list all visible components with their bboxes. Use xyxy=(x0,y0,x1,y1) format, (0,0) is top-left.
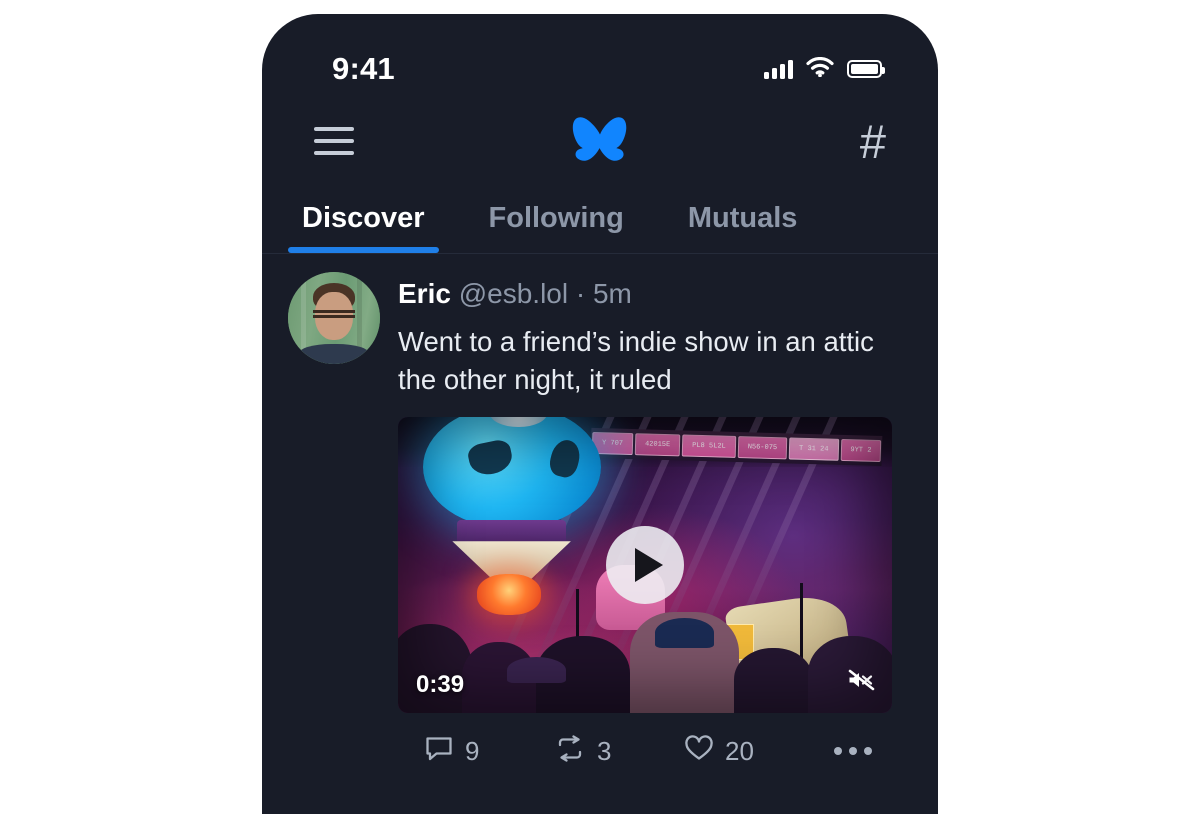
status-icons xyxy=(764,56,885,82)
bluesky-butterfly-logo[interactable] xyxy=(571,113,629,170)
heart-icon xyxy=(684,735,714,768)
hashtag-icon[interactable]: # xyxy=(860,118,886,165)
play-icon[interactable] xyxy=(606,525,684,604)
more-options-icon[interactable] xyxy=(834,747,872,756)
status-time: 9:41 xyxy=(332,51,395,86)
post-text: Went to a friend’s indie show in an atti… xyxy=(398,326,874,395)
post-action-bar: 9 3 20 xyxy=(398,713,912,768)
post-item: Eric @esb.lol · 5m Went to a friend’s in… xyxy=(262,254,938,768)
post-body: Eric @esb.lol · 5m Went to a friend’s in… xyxy=(398,272,912,768)
avatar[interactable] xyxy=(288,272,380,364)
post-timestamp: 5m xyxy=(592,278,632,309)
hamburger-menu-icon[interactable] xyxy=(314,127,354,155)
status-bar: 9:41 xyxy=(262,14,938,102)
logo-container xyxy=(262,113,938,170)
tab-mutuals[interactable]: Mutuals xyxy=(674,202,812,253)
post-author-name[interactable]: Eric xyxy=(398,278,451,309)
post-author-handle[interactable]: @esb.lol xyxy=(459,278,568,309)
wifi-icon xyxy=(806,56,834,82)
post-header: Eric @esb.lol · 5m xyxy=(398,276,912,311)
phone-frame: 9:41 # Discover Following Mutuals Eric @… xyxy=(262,14,938,814)
reply-count: 9 xyxy=(465,735,480,766)
feed-tabs: Discover Following Mutuals xyxy=(262,180,938,254)
tab-following[interactable]: Following xyxy=(475,202,638,253)
comment-icon xyxy=(424,735,454,768)
like-button[interactable]: 20 xyxy=(684,735,814,768)
repost-count: 3 xyxy=(597,735,612,766)
battery-icon xyxy=(847,60,885,78)
muted-speaker-icon[interactable] xyxy=(846,666,876,699)
repost-button[interactable]: 3 xyxy=(554,735,684,768)
reply-button[interactable]: 9 xyxy=(424,735,554,768)
video-duration: 0:39 xyxy=(416,670,465,698)
repost-icon xyxy=(554,735,586,768)
post-video-thumbnail[interactable]: Y 707 42015E PL8 5L2L N56-075 T 31 24 9Y… xyxy=(398,416,892,713)
post-separator: · xyxy=(575,278,586,309)
tab-discover[interactable]: Discover xyxy=(288,202,439,253)
nav-header: # xyxy=(262,102,938,180)
like-count: 20 xyxy=(725,735,754,766)
cellular-signal-icon xyxy=(764,59,793,79)
